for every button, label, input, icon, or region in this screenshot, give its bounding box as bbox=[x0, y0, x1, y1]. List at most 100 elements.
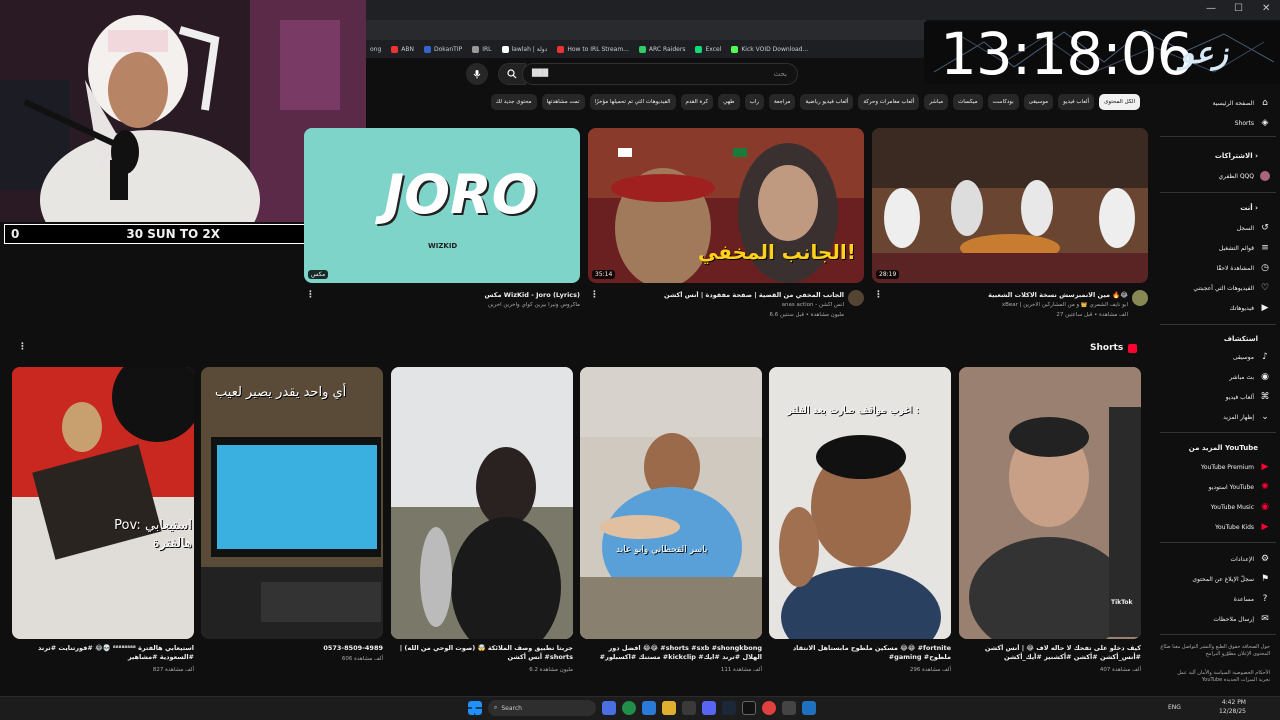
short-thumbnail[interactable]: اغرب مواقف صارت بعد الفلتر : bbox=[769, 367, 951, 639]
sidebar-item-show-more[interactable]: إظهار المزيد ⌄ bbox=[1223, 412, 1270, 422]
short-title[interactable]: مسكين ملطوح مابستاهل الانتقاد 😂😂 #fortni… bbox=[769, 644, 951, 662]
sidebar-item-playlists[interactable]: قوائم التشغيل ≡ bbox=[1219, 243, 1270, 253]
chip-all[interactable]: الكل المحتوى bbox=[1099, 94, 1140, 110]
bookmark-item[interactable]: ong bbox=[370, 46, 381, 53]
taskbar bbox=[0, 696, 1280, 720]
short-title[interactable]: جربتا تطبيق وصف الملائكة 🤯 (صوت الوحي من… bbox=[391, 644, 573, 662]
short-thumbnail[interactable] bbox=[391, 367, 573, 639]
chip[interactable]: ألعاب مغامرات وحركة bbox=[858, 94, 920, 110]
short-title[interactable]: استيعابي هالفترة ⁸⁸⁸⁸⁸⁸⁸⁸ 💀😂 #فورتنايت #… bbox=[12, 644, 194, 662]
bookmark-item[interactable]: DokanTIP bbox=[424, 45, 462, 53]
more-options-icon[interactable]: ⋮ bbox=[18, 342, 27, 352]
sidebar-item-watch-later[interactable]: المشاهدة لاحقًا ◷ bbox=[1216, 263, 1270, 273]
task-view-icon[interactable] bbox=[602, 701, 616, 715]
video-title[interactable]: مين الانمبرسش نسخة الاكلات الشعبية 🔥😂 bbox=[882, 291, 1128, 299]
sidebar-item-history[interactable]: السجل ↺ bbox=[1237, 223, 1270, 233]
close-icon[interactable]: ✕ bbox=[1262, 3, 1270, 14]
video-thumbnail[interactable]: JORO WIZKID مكس bbox=[304, 128, 580, 283]
chip[interactable]: ألعاب فيديو bbox=[1058, 94, 1095, 110]
discord-icon[interactable] bbox=[702, 701, 716, 715]
sidebar-item-shorts[interactable]: Shorts ◈ bbox=[1235, 118, 1270, 128]
chip[interactable]: مباشر bbox=[924, 94, 949, 110]
store-icon[interactable] bbox=[682, 701, 696, 715]
short-title[interactable]: كيف دخلو على تفحك لا حاله لاف 😂 | أنس أك… bbox=[959, 644, 1141, 662]
more-options-icon[interactable]: ⋮ bbox=[306, 290, 315, 300]
channel-avatar[interactable] bbox=[848, 290, 864, 306]
footer-links[interactable]: حول الصحافة حقوق الطبع والنشر التواصل مع… bbox=[1158, 644, 1270, 658]
sidebar-item-music-app[interactable]: YouTube Music ◉ bbox=[1211, 502, 1270, 512]
short-title[interactable]: افضل دور 😂😂 #shorts #sxb #shongkbong #مس… bbox=[580, 644, 762, 662]
app-icon[interactable] bbox=[742, 701, 756, 715]
video-channel[interactable]: ماكروس ونيرا بيرين كواي وآخرين آخرين bbox=[314, 302, 580, 308]
chip[interactable]: تمت مشاهدتها bbox=[541, 94, 585, 110]
bookmark-item[interactable]: ARC Raiders bbox=[638, 45, 685, 53]
maximize-icon[interactable]: ☐ bbox=[1234, 3, 1243, 14]
sidebar-item-premium[interactable]: YouTube Premium ▶ bbox=[1201, 462, 1270, 472]
chip[interactable]: بودكاست bbox=[987, 94, 1019, 110]
video-channel[interactable]: anas action - أنس أكشن bbox=[598, 302, 844, 308]
search-input[interactable]: بحث bbox=[522, 63, 798, 85]
sidebar-item-gaming[interactable]: ألعاب فيديو ⌘ bbox=[1226, 392, 1270, 402]
bookmark-item[interactable]: lawlah | دولة bbox=[501, 45, 547, 53]
footer-policy-links[interactable]: الأحكام الخصوصية السياسة والأمان آلية عم… bbox=[1158, 670, 1270, 684]
taskbar-time[interactable]: 4:42 PM bbox=[1216, 699, 1246, 706]
chip[interactable]: ألعاب فيديو رياضية bbox=[800, 94, 854, 110]
chip[interactable]: موسيقى bbox=[1023, 94, 1054, 110]
minimize-icon[interactable]: — bbox=[1206, 3, 1216, 14]
chip[interactable]: مراجعة bbox=[768, 94, 796, 110]
sidebar-item-kids[interactable]: YouTube Kids ▶ bbox=[1215, 522, 1270, 532]
sidebar-item-studio[interactable]: استوديو YouTube ✺ bbox=[1209, 482, 1270, 492]
sidebar-item-live[interactable]: بث مباشر ◉ bbox=[1229, 372, 1270, 382]
language-indicator[interactable]: ENG bbox=[1168, 704, 1181, 711]
address-bar[interactable] bbox=[366, 20, 926, 40]
short-title[interactable]: 0573-8509-4989 bbox=[201, 644, 383, 653]
chip[interactable]: كرة القدم bbox=[680, 94, 714, 110]
sidebar-item-liked[interactable]: الفيديوهات التي أعجبتني ♡ bbox=[1193, 283, 1270, 293]
youtube-studio-icon: ✺ bbox=[1261, 482, 1269, 492]
file-explorer-icon[interactable] bbox=[662, 701, 676, 715]
voice-search-button[interactable] bbox=[466, 63, 488, 85]
app-icon[interactable] bbox=[802, 701, 816, 715]
sidebar-item-home[interactable]: الصفحة الرئيسية ⌂ bbox=[1213, 98, 1270, 108]
chip[interactable]: طهي bbox=[718, 94, 740, 110]
edge-icon[interactable] bbox=[642, 701, 656, 715]
video-title[interactable]: الجانب المخفي من القضية | صفحة مفقودة | … bbox=[598, 291, 844, 299]
sidebar-item-feedback[interactable]: إرسال ملاحظات ✉ bbox=[1213, 614, 1270, 624]
video-title[interactable]: مكس WizKid - Joro (Lyrics) bbox=[314, 291, 580, 299]
you-heading[interactable]: أنت › bbox=[1240, 204, 1258, 212]
sidebar-item-music[interactable]: موسيقى ♪ bbox=[1233, 352, 1270, 362]
bookmark-item[interactable]: Excel bbox=[695, 45, 721, 53]
taskbar-date[interactable]: 12/28/25 bbox=[1216, 708, 1246, 715]
video-channel[interactable]: xBear | أبو نايف الشمري 👑 و من المشاركين… bbox=[882, 302, 1128, 308]
more-options-icon[interactable]: ⋮ bbox=[874, 290, 883, 300]
video-thumbnail[interactable]: الجانب المخفي! 35:14 bbox=[588, 128, 864, 283]
short-thumbnail[interactable]: TikTok bbox=[959, 367, 1141, 639]
channel-avatar[interactable] bbox=[1132, 290, 1148, 306]
chip[interactable]: الفيديوهات التي تم تحميلها مؤخرًا bbox=[589, 94, 676, 110]
app-icon[interactable] bbox=[782, 701, 796, 715]
short-thumbnail[interactable]: ياسر القحطاني وابو عابد bbox=[580, 367, 762, 639]
sidebar-item-help[interactable]: مساعدة? bbox=[1234, 594, 1270, 604]
chip[interactable]: ميكسات bbox=[953, 94, 983, 110]
short-thumbnail[interactable]: أي واحد يقدر يصير لعيب bbox=[201, 367, 383, 639]
chip[interactable]: محتوى جديد لك bbox=[490, 94, 537, 110]
sidebar-item-your-videos[interactable]: فيديوهاتك ▶ bbox=[1230, 303, 1270, 313]
bookmark-item[interactable]: IRL bbox=[472, 45, 492, 53]
sidebar-item-report[interactable]: سجلّ الإبلاغ عن المحتوى ⚑ bbox=[1192, 574, 1270, 584]
sidebar-item-settings[interactable]: الإعدادات ⚙ bbox=[1231, 554, 1270, 564]
video-duration: 28:19 bbox=[876, 270, 900, 279]
heading-label: أنت bbox=[1240, 204, 1253, 212]
bookmark-item[interactable]: ABN bbox=[391, 45, 414, 53]
short-thumbnail[interactable]: Pov: استيعابي هالفترة bbox=[12, 367, 194, 639]
steam-icon[interactable] bbox=[722, 701, 736, 715]
video-thumbnail[interactable]: 28:19 bbox=[872, 128, 1148, 283]
more-options-icon[interactable]: ⋮ bbox=[590, 290, 599, 300]
bookmark-item[interactable]: How to IRL Stream... bbox=[557, 45, 629, 53]
subscriptions-heading[interactable]: الاشتراكات › bbox=[1215, 152, 1258, 160]
bookmark-item[interactable]: Kick VOID Download... bbox=[731, 45, 808, 53]
chip[interactable]: راب bbox=[744, 94, 764, 110]
chrome-icon[interactable] bbox=[622, 701, 636, 715]
app-icon[interactable] bbox=[762, 701, 776, 715]
taskbar-search[interactable]: ⌕ Search bbox=[488, 700, 596, 716]
sidebar-item-subscription[interactable]: الظفري QQQ bbox=[1218, 171, 1270, 181]
